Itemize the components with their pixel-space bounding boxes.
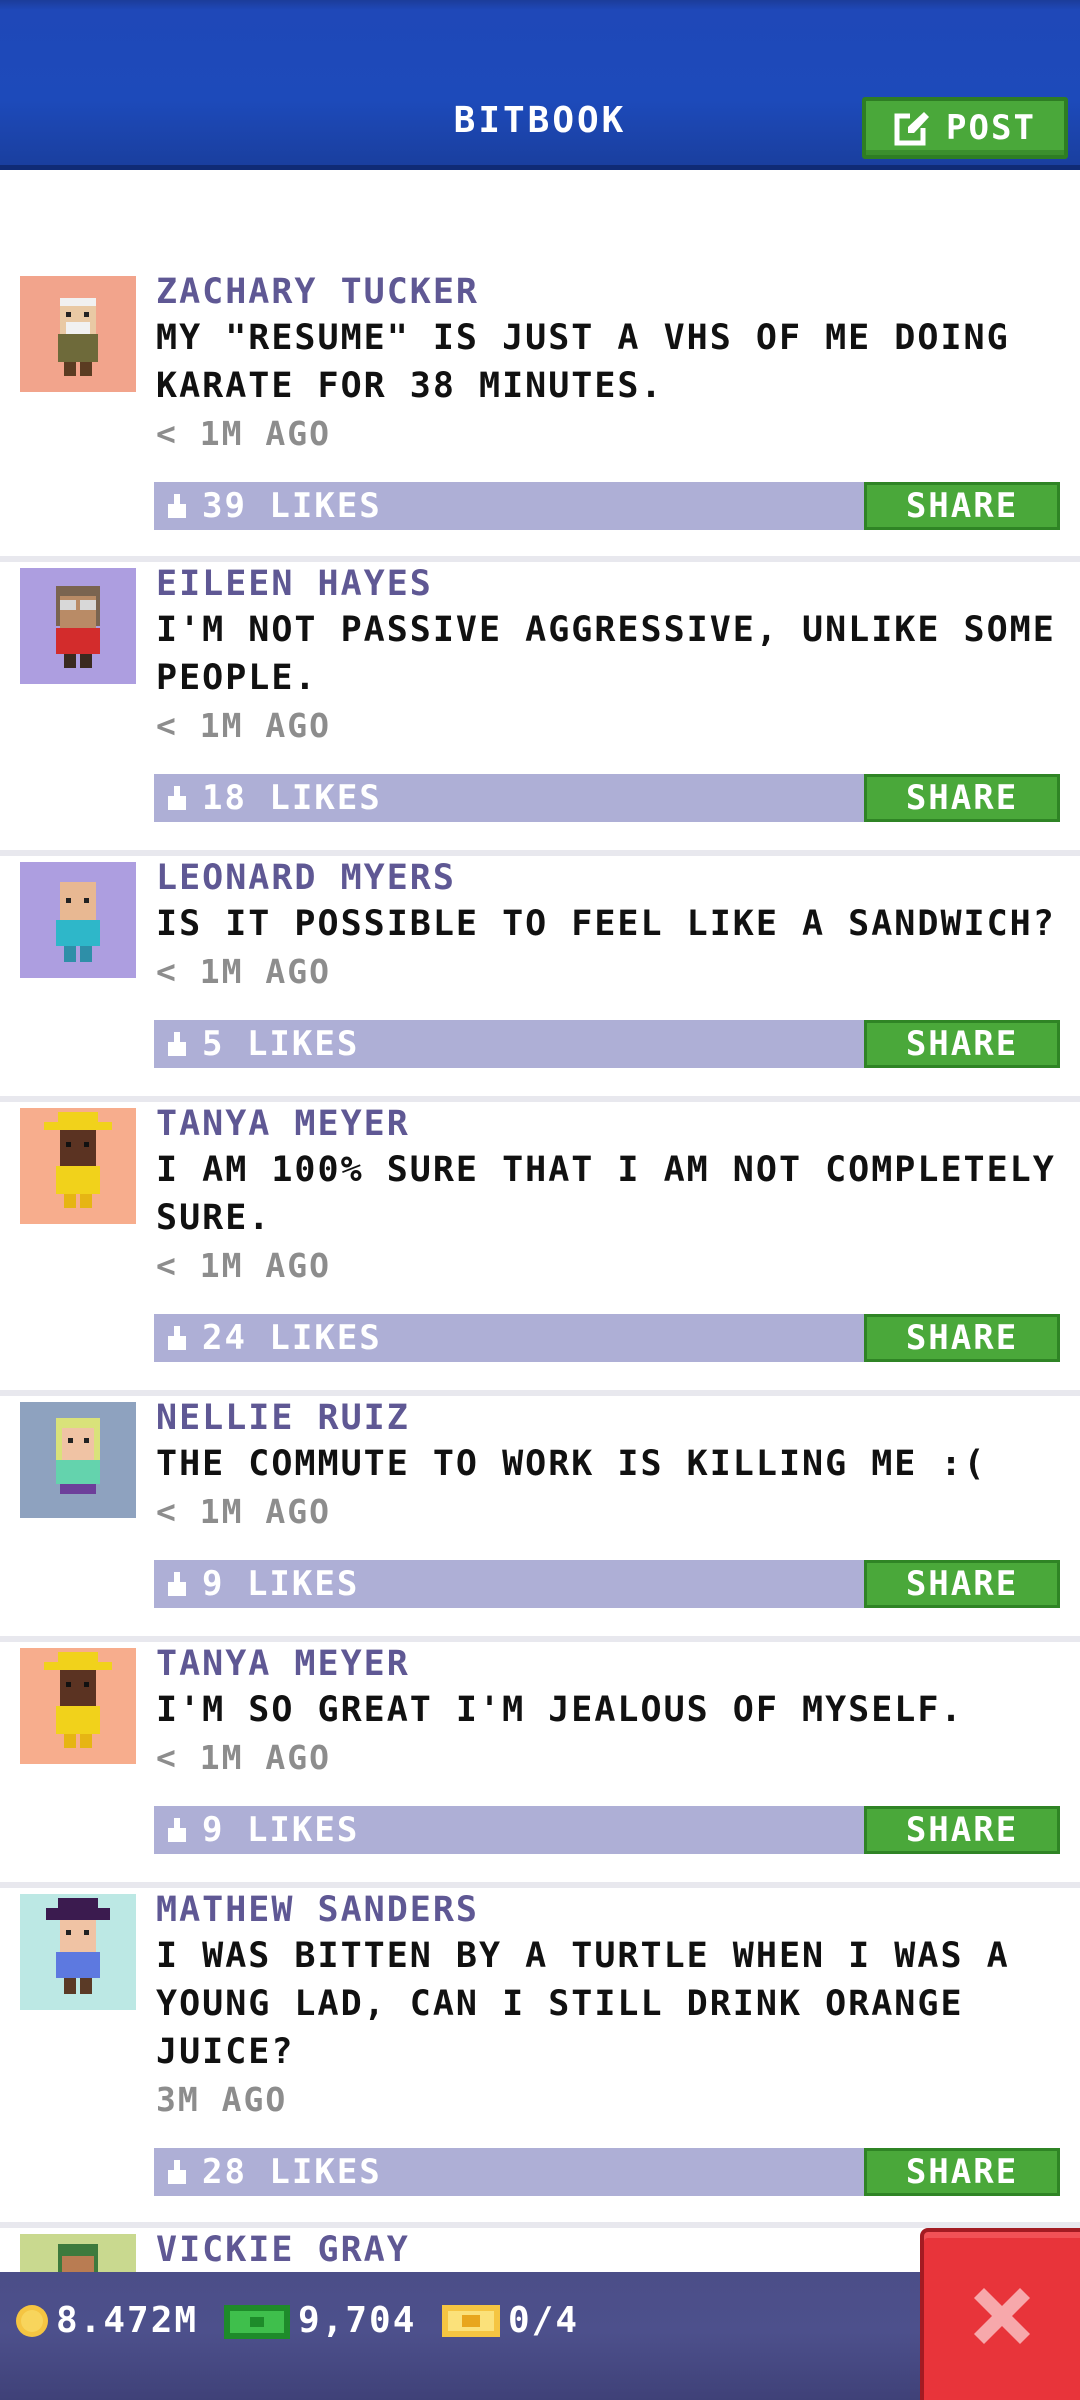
thumbs-up-icon: [168, 786, 186, 810]
thumbs-up-icon: [168, 1032, 186, 1056]
post-button-label: POST: [946, 108, 1036, 148]
post-message: IS IT POSSIBLE TO FEEL LIKE A SANDWICH?: [156, 904, 1056, 944]
likes-count: 18 LIKES: [202, 778, 382, 818]
like-button[interactable]: 28 LIKES: [154, 2152, 382, 2192]
likes-count: 9 LIKES: [202, 1564, 360, 1604]
likes-count: 24 LIKES: [202, 1318, 382, 1358]
app-header: BITBOOK POST: [0, 0, 1080, 170]
post-actions: 28 LIKES SHARE: [154, 2148, 1060, 2196]
post-author[interactable]: MATHEW SANDERS: [156, 1888, 1060, 1932]
likes-count: 28 LIKES: [202, 2152, 382, 2192]
post-actions: 24 LIKES SHARE: [154, 1314, 1060, 1362]
compose-icon: [894, 112, 931, 146]
likes-count: 5 LIKES: [202, 1024, 360, 1064]
post-time: < 1M AGO: [156, 1738, 331, 1777]
post-message: I AM 100% SURE THAT I AM NOT COMPLETELY …: [156, 1150, 1056, 1238]
post-actions: 18 LIKES SHARE: [154, 774, 1060, 822]
post-message: THE COMMUTE TO WORK IS KILLING ME :(: [156, 1444, 987, 1484]
close-button[interactable]: [920, 2228, 1080, 2400]
post-author[interactable]: TANYA MEYER: [156, 1642, 1060, 1686]
like-button[interactable]: 18 LIKES: [154, 778, 382, 818]
post-message: MY "RESUME" IS JUST A VHS OF ME DOING KA…: [156, 318, 1010, 406]
tickets-value: 0/4: [508, 2300, 580, 2341]
bald-man-avatar-icon[interactable]: [20, 862, 136, 978]
post-time: 3M AGO: [156, 2080, 288, 2119]
post-time: < 1M AGO: [156, 1492, 331, 1531]
post-time: < 1M AGO: [156, 414, 331, 453]
feed-post: EILEEN HAYES I'M NOT PASSIVE AGGRESSIVE,…: [0, 562, 1080, 856]
coins-value: 8.472M: [56, 2300, 199, 2341]
like-button[interactable]: 5 LIKES: [154, 1024, 359, 1064]
yellow-hat-avatar-icon[interactable]: [20, 1108, 136, 1224]
share-button[interactable]: SHARE: [864, 1560, 1060, 1608]
thumbs-up-icon: [168, 1818, 186, 1842]
post-message: I'M SO GREAT I'M JEALOUS OF MYSELF.: [156, 1690, 964, 1730]
bux-value: 9,704: [298, 2300, 417, 2341]
blonde-woman-avatar-icon[interactable]: [20, 1402, 136, 1518]
post-actions: 9 LIKES SHARE: [154, 1560, 1060, 1608]
coins-stat: 8.472M: [14, 2300, 198, 2341]
post-actions: 5 LIKES SHARE: [154, 1020, 1060, 1068]
close-icon: [974, 2288, 1030, 2344]
thumbs-up-icon: [168, 2160, 186, 2184]
share-button[interactable]: SHARE: [864, 1806, 1060, 1854]
post-time: < 1M AGO: [156, 706, 331, 745]
feed-post: ZACHARY TUCKER MY "RESUME" IS JUST A VHS…: [0, 270, 1080, 562]
post-actions: 9 LIKES SHARE: [154, 1806, 1060, 1854]
post-actions: 39 LIKES SHARE: [154, 482, 1060, 530]
post-button[interactable]: POST: [862, 97, 1068, 159]
pirate-avatar-icon[interactable]: [20, 1894, 136, 2010]
old-man-avatar-icon[interactable]: [20, 276, 136, 392]
currency-bar: 8.472M 9,704 0/4: [0, 2272, 1080, 2400]
like-button[interactable]: 39 LIKES: [154, 486, 382, 526]
thumbs-up-icon: [168, 494, 186, 518]
like-button[interactable]: 9 LIKES: [154, 1810, 359, 1850]
post-author[interactable]: EILEEN HAYES: [156, 562, 1060, 606]
share-button[interactable]: SHARE: [864, 2148, 1060, 2196]
yellow-hat-avatar-icon[interactable]: [20, 1648, 136, 1764]
share-button[interactable]: SHARE: [864, 1314, 1060, 1362]
feed-list[interactable]: ZACHARY TUCKER MY "RESUME" IS JUST A VHS…: [0, 270, 1080, 2400]
like-button[interactable]: 24 LIKES: [154, 1318, 382, 1358]
likes-count: 39 LIKES: [202, 486, 382, 526]
share-button[interactable]: SHARE: [864, 482, 1060, 530]
like-button[interactable]: 9 LIKES: [154, 1564, 359, 1604]
feed-post: LEONARD MYERS IS IT POSSIBLE TO FEEL LIK…: [0, 856, 1080, 1102]
woman-glasses-avatar-icon[interactable]: [20, 568, 136, 684]
post-author[interactable]: NELLIE RUIZ: [156, 1396, 1060, 1440]
feed-post: MATHEW SANDERS I WAS BITTEN BY A TURTLE …: [0, 1888, 1080, 2228]
post-author[interactable]: LEONARD MYERS: [156, 856, 1060, 900]
feed-post: TANYA MEYER I AM 100% SURE THAT I AM NOT…: [0, 1102, 1080, 1396]
thumbs-up-icon: [168, 1572, 186, 1596]
post-time: < 1M AGO: [156, 952, 331, 991]
thumbs-up-icon: [168, 1326, 186, 1350]
tickets-stat: 0/4: [440, 2300, 579, 2341]
post-message: I WAS BITTEN BY A TURTLE WHEN I WAS A YO…: [156, 1936, 1010, 2072]
share-button[interactable]: SHARE: [864, 1020, 1060, 1068]
post-time: < 1M AGO: [156, 1246, 331, 1285]
ticket-icon: [442, 2304, 500, 2337]
feed-post: NELLIE RUIZ THE COMMUTE TO WORK IS KILLI…: [0, 1396, 1080, 1642]
post-author[interactable]: TANYA MEYER: [156, 1102, 1060, 1146]
bux-stat: 9,704: [222, 2300, 416, 2341]
share-button[interactable]: SHARE: [864, 774, 1060, 822]
bux-icon: [224, 2304, 290, 2339]
post-author[interactable]: ZACHARY TUCKER: [156, 270, 1060, 314]
coin-icon: [16, 2304, 48, 2337]
post-message: I'M NOT PASSIVE AGGRESSIVE, UNLIKE SOME …: [156, 610, 1056, 698]
likes-count: 9 LIKES: [202, 1810, 360, 1850]
feed-post: TANYA MEYER I'M SO GREAT I'M JEALOUS OF …: [0, 1642, 1080, 1888]
